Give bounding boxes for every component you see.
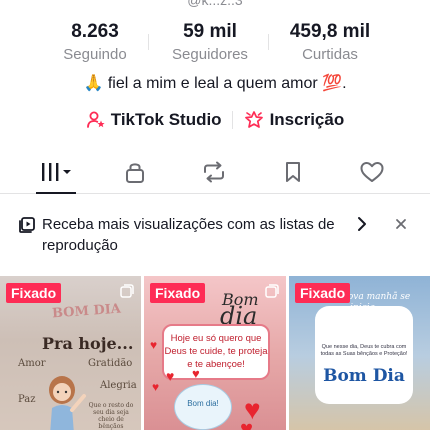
heart-decoration-icon: ♥: [240, 416, 254, 430]
tile-word: Alegria: [100, 380, 137, 391]
tile-small-text: Que o resto do seu dia seja cheio de bên…: [88, 402, 134, 430]
pinned-badge: Fixado: [150, 283, 206, 303]
tiktok-studio-link[interactable]: TikTok Studio: [86, 110, 222, 130]
tab-videos[interactable]: [16, 150, 95, 194]
profile-handle: @k...z..3: [187, 0, 243, 8]
links-divider: [231, 111, 233, 129]
pinned-badge: Fixado: [295, 283, 351, 303]
grid-lines-icon: [41, 162, 71, 181]
profile-stats: 8.263 Seguindo 59 mil Seguidores 459,8 m…: [0, 20, 430, 65]
tab-private[interactable]: [95, 150, 174, 193]
stat-following-label: Seguindo: [63, 46, 127, 63]
bookmark-icon: [285, 161, 300, 182]
stat-likes-value: 459,8 mil: [289, 21, 371, 42]
video-grid: BOM DIA Pra hoje... Amor Gratidão Alegri…: [0, 276, 430, 430]
banner-text: Receba mais visualizações com as listas …: [42, 216, 335, 254]
close-icon[interactable]: [394, 217, 408, 231]
message-card: Hoje eu só quero que Deus te cuide, te p…: [162, 324, 270, 380]
video-tile[interactable]: BOM DIA Pra hoje... Amor Gratidão Alegri…: [0, 276, 141, 430]
repost-icon: [203, 161, 224, 182]
message-card-text: Hoje eu só quero que Deus te cuide, te p…: [164, 333, 268, 370]
stat-followers-label: Seguidores: [172, 46, 248, 63]
video-tile[interactable]: Bom dia Hoje eu só quero que Deus te cui…: [144, 276, 286, 430]
playlist-icon: [19, 217, 35, 233]
playlist-banner[interactable]: Receba mais visualizações com as listas …: [0, 204, 430, 268]
profile-bio: 🙏 fiel a mim e leal a quem amor 💯.: [83, 75, 347, 92]
tile-title: Pra hoje...: [42, 334, 134, 353]
subscription-link[interactable]: Inscrição: [243, 110, 345, 130]
message-card-title: Bom Dia: [323, 366, 405, 386]
stat-likes[interactable]: 459,8 mil Curtidas: [268, 20, 390, 65]
pinned-badge: Fixado: [6, 283, 62, 303]
photo-carousel-icon: [120, 284, 134, 298]
photo-carousel-icon: [265, 284, 279, 298]
heart-decoration-icon: ♥: [192, 366, 200, 381]
stat-following-value: 8.263: [71, 21, 119, 42]
tab-liked[interactable]: [332, 150, 411, 193]
girl-illustration: [49, 376, 86, 430]
heart-decoration-icon: ♥: [152, 380, 160, 394]
profile-tabs: [0, 150, 430, 194]
subscription-label: Inscrição: [269, 110, 345, 129]
heart-card-text: Bom dia!: [187, 399, 219, 408]
video-tile[interactable]: Uma nova manhã se inicia. Que nesse dia,…: [289, 276, 430, 430]
tiktok-studio-label: TikTok Studio: [110, 110, 222, 129]
star-badge-icon: [244, 111, 263, 128]
tile-logo: BOM DIA: [51, 301, 122, 322]
tile-word: Paz: [18, 394, 36, 405]
heart-decoration-icon: ♥: [166, 368, 175, 384]
heart-decoration-icon: ♥: [150, 338, 158, 352]
tile-word: Amor: [18, 358, 46, 369]
heart-icon: [360, 161, 383, 182]
tile-word: Gratidão: [88, 358, 133, 369]
lock-icon: [125, 162, 144, 183]
stat-followers-value: 59 mil: [183, 21, 237, 42]
message-card: Que nesse dia, Deus te cubra com todas a…: [315, 306, 413, 404]
message-card-small: Que nesse dia, Deus te cubra com todas a…: [320, 344, 408, 357]
tab-reposts[interactable]: [174, 150, 253, 193]
tab-favorites[interactable]: [253, 150, 332, 193]
stat-likes-label: Curtidas: [302, 46, 358, 63]
person-star-icon: [86, 111, 105, 128]
profile-links: TikTok Studio Inscrição: [0, 110, 430, 130]
heart-card: Bom dia!: [174, 384, 232, 430]
stat-following[interactable]: 8.263 Seguindo: [40, 20, 150, 65]
chevron-right-icon[interactable]: [356, 216, 368, 232]
stat-followers[interactable]: 59 mil Seguidores: [148, 20, 270, 65]
